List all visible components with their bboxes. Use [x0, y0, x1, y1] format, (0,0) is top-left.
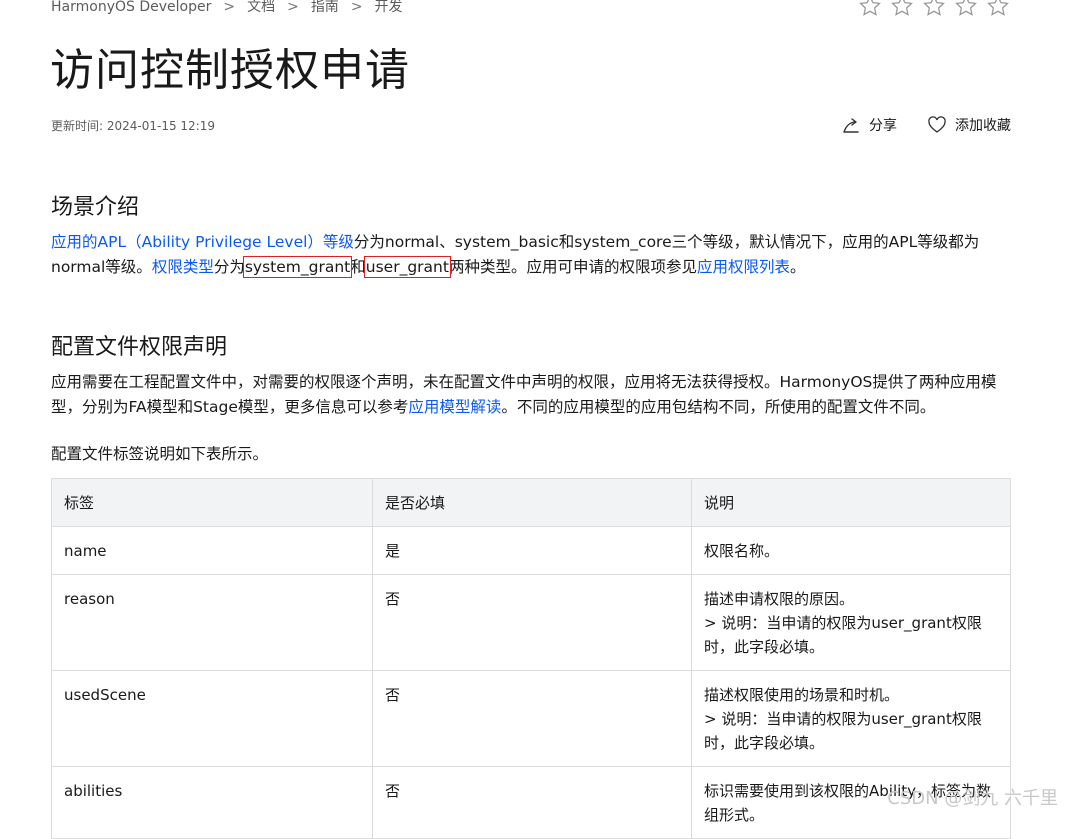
table-row: reason 否 描述申请权限的原因。 > 说明：当申请的权限为user_gran…: [51, 574, 1011, 671]
breadcrumb-separator: >: [223, 0, 236, 15]
breadcrumb-item-docs[interactable]: 文档: [247, 0, 275, 15]
permission-list-link[interactable]: 应用权限列表: [697, 258, 790, 276]
scene-paragraph: 应用的APL（Ability Privilege Level）等级分为norma…: [51, 230, 1011, 280]
table-header-row: 标签 是否必填 说明: [51, 478, 1011, 527]
column-header-tag: 标签: [51, 478, 373, 527]
permission-type-link[interactable]: 权限类型: [152, 258, 214, 276]
cell-description: 权限名称。: [691, 526, 1011, 575]
table-row: name 是 权限名称。: [51, 526, 1011, 575]
cell-required: 否: [372, 574, 692, 671]
star-icon[interactable]: [890, 0, 914, 18]
breadcrumb-separator: >: [287, 0, 299, 15]
description-text: 描述申请权限的原因。: [704, 590, 855, 608]
config-tags-table: 标签 是否必填 说明 name 是 权限名称。 reason 否 描述申请权限的…: [51, 478, 1011, 839]
star-icon[interactable]: [954, 0, 978, 18]
table-row: abilities 否 标识需要使用到该权限的Ability，标签为数组形式。: [51, 766, 1011, 839]
highlighted-user-grant: user_grant: [363, 256, 451, 278]
breadcrumb-item-guide[interactable]: 指南: [311, 0, 339, 15]
cell-description: 描述权限使用的场景和时机。 > 说明：当申请的权限为user_grant权限时，此…: [691, 670, 1011, 767]
app-model-link[interactable]: 应用模型解读: [408, 398, 501, 416]
page-title: 访问控制授权申请: [50, 45, 410, 96]
add-favorite-button[interactable]: 添加收藏: [927, 115, 1011, 135]
share-button[interactable]: 分享: [841, 115, 897, 135]
section-heading-scene: 场景介绍: [51, 195, 140, 220]
heart-icon: [928, 116, 946, 133]
text: 。不同的应用模型的应用包结构不同，所使用的配置文件不同。: [501, 398, 936, 416]
star-icon[interactable]: [986, 0, 1010, 18]
config-paragraph: 应用需要在工程配置文件中，对需要的权限逐个声明，未在配置文件中声明的权限，应用将…: [51, 370, 1011, 420]
breadcrumb: HarmonyOS Developer > 文档 > 指南 > 开发: [51, 0, 403, 16]
text: 分为: [213, 258, 245, 276]
column-header-required: 是否必填: [372, 478, 692, 527]
cell-tag: abilities: [51, 766, 373, 839]
rating-stars: [858, 0, 1010, 18]
cell-required: 是: [372, 526, 692, 575]
cell-tag: name: [51, 526, 373, 575]
cell-description: 描述申请权限的原因。 > 说明：当申请的权限为user_grant权限时，此字段必…: [691, 574, 1011, 671]
favorite-label: 添加收藏: [955, 118, 1011, 134]
star-icon[interactable]: [858, 0, 882, 18]
breadcrumb-item-develop[interactable]: 开发: [375, 0, 403, 15]
breadcrumb-separator: >: [350, 0, 363, 15]
highlighted-system-grant: system_grant: [242, 256, 353, 278]
share-label: 分享: [869, 118, 897, 134]
cell-required: 否: [372, 670, 692, 767]
article-actions: 分享 添加收藏: [841, 115, 1011, 135]
text: 和: [350, 258, 366, 276]
watermark: CSDN @剑九 六千里: [887, 788, 1058, 809]
apl-level-link[interactable]: 应用的APL（Ability Privilege Level）等级: [51, 233, 354, 251]
table-row: usedScene 否 描述权限使用的场景和时机。 > 说明：当申请的权限为use…: [51, 670, 1011, 767]
description-text: 描述权限使用的场景和时机。: [704, 686, 900, 704]
section-heading-config: 配置文件权限声明: [51, 335, 228, 360]
cell-required: 否: [372, 766, 692, 839]
cell-tag: reason: [51, 574, 373, 671]
description-note: > 说明：当申请的权限为user_grant权限时，此字段必填。: [704, 614, 982, 656]
table-intro: 配置文件标签说明如下表所示。: [51, 445, 269, 463]
update-time: 更新时间: 2024-01-15 12:19: [51, 119, 215, 133]
share-icon: [843, 118, 859, 133]
description-text: 权限名称。: [704, 542, 780, 560]
description-note: > 说明：当申请的权限为user_grant权限时，此字段必填。: [704, 710, 982, 752]
star-icon[interactable]: [922, 0, 946, 18]
column-header-description: 说明: [691, 478, 1011, 527]
text: 。: [789, 258, 806, 276]
text: 两种类型。应用可申请的权限项参见: [448, 258, 697, 276]
cell-tag: usedScene: [51, 670, 373, 767]
breadcrumb-item-home[interactable]: HarmonyOS Developer: [51, 0, 211, 15]
